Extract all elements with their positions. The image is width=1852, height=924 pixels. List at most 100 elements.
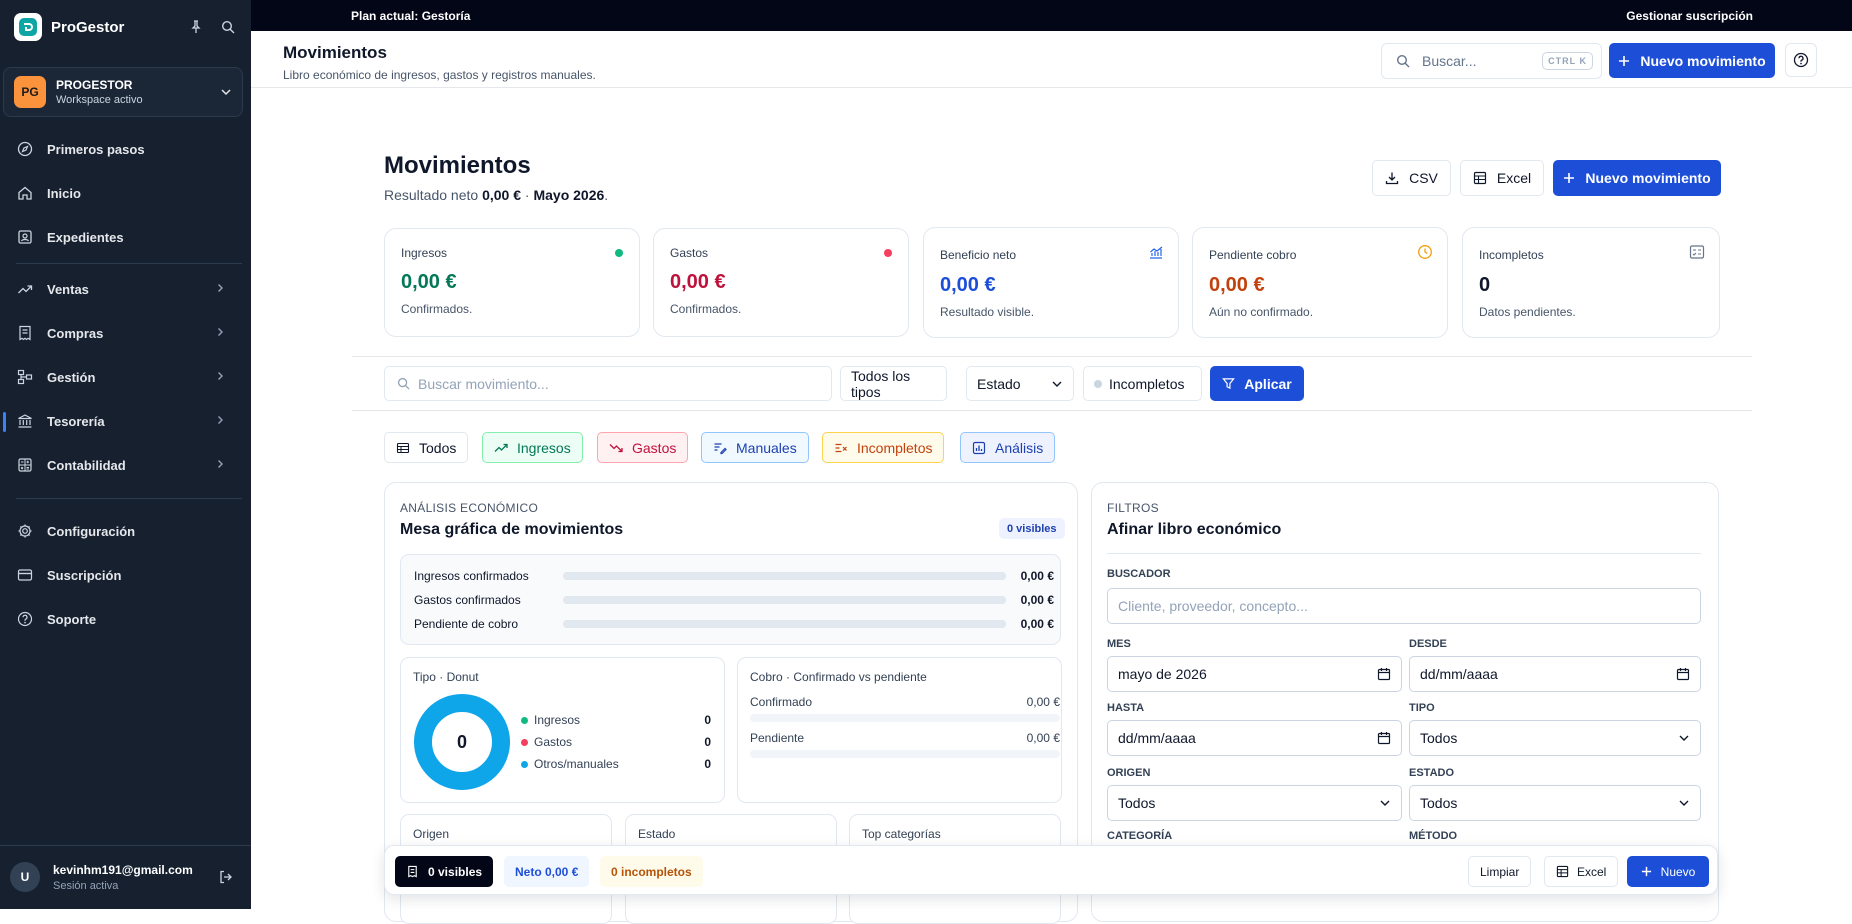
button-label: Nuevo: [1660, 864, 1696, 879]
status-dot: [884, 249, 892, 257]
chevron-down-icon: [221, 89, 231, 96]
sidebar-item-suscripcion[interactable]: Suscripción: [0, 555, 251, 595]
plus-icon: [1564, 173, 1575, 183]
chevron-right-icon: [218, 284, 223, 292]
app-brand: ProGestor: [51, 18, 125, 36]
sidebar-item-label: Soporte: [47, 611, 97, 627]
kpi-sub: Resultado visible.: [940, 305, 1035, 319]
status-field-select[interactable]: Todos: [1409, 785, 1701, 821]
calendar-icon: [1676, 668, 1690, 681]
net-label: Resultado neto: [384, 187, 479, 203]
list-check-icon: [1689, 245, 1705, 259]
state-select[interactable]: Estado: [966, 366, 1074, 401]
list-x-icon: [835, 443, 847, 452]
card-title: Cobro · Confirmado vs pendiente: [750, 670, 927, 684]
workspace-switcher[interactable]: PG PROGESTOR Workspace activo: [3, 67, 243, 117]
visible-count-chip: 0 visibles: [395, 856, 494, 887]
floater-new-button[interactable]: Nuevo: [1627, 856, 1709, 887]
page-subtitle: Resultado neto 0,00 € · Mayo 2026.: [384, 187, 608, 203]
field-label: MES: [1107, 638, 1131, 650]
card-title: Estado: [638, 827, 676, 841]
tab-incompletos[interactable]: Incompletos: [822, 432, 945, 463]
home-icon: [16, 184, 34, 202]
analysis-eyebrow: ANÁLISIS ECONÓMICO: [400, 501, 539, 515]
sidebar-divider: [16, 263, 242, 264]
workspace-subtitle: Workspace activo: [56, 94, 143, 106]
chevron-right-icon: [218, 328, 223, 336]
toggle-dot: [1094, 379, 1102, 388]
avatar[interactable]: U: [10, 862, 40, 892]
field-label: TIPO: [1409, 702, 1435, 714]
chart-box-icon: [972, 441, 986, 454]
donut-total: 0: [457, 732, 467, 752]
separator: ·: [524, 187, 530, 203]
bar-row: Gastos confirmados 0,00 €: [414, 592, 1054, 608]
trending-up-icon: [16, 280, 34, 298]
type-field-select[interactable]: Todos: [1409, 720, 1701, 756]
kpi-gastos: Gastos 0,00 € Confirmados.: [653, 228, 909, 337]
app-logo[interactable]: [14, 13, 42, 41]
sidebar-item-configuracion[interactable]: Configuración: [0, 511, 251, 551]
cobro-value: 0,00 €: [1026, 731, 1060, 745]
help-button[interactable]: [1785, 43, 1817, 77]
tab-analisis[interactable]: Análisis: [960, 432, 1056, 463]
new-movement-button[interactable]: Nuevo movimiento: [1553, 160, 1721, 196]
filters-eyebrow: FILTROS: [1107, 501, 1159, 515]
kpi-incompletos: Incompletos 0 Datos pendientes.: [1462, 227, 1720, 338]
movement-search-input[interactable]: Buscar movimiento...: [384, 366, 832, 401]
sidebar-item-ventas[interactable]: Ventas: [0, 269, 251, 309]
page-header: Movimientos Libro económico de ingresos,…: [251, 31, 1852, 88]
search-icon: [1396, 54, 1410, 68]
tab-todos[interactable]: Todos: [384, 432, 469, 463]
month-input[interactable]: mayo de 2026: [1107, 656, 1402, 692]
incomplete-toggle[interactable]: Incompletos: [1083, 366, 1202, 401]
tab-manuales[interactable]: Manuales: [701, 432, 809, 463]
tab-ingresos[interactable]: Ingresos: [482, 432, 583, 463]
origin-select[interactable]: Todos: [1107, 785, 1402, 821]
receipt-icon: [16, 324, 34, 342]
period: Mayo 2026: [533, 187, 605, 203]
calculator-icon: [16, 456, 34, 474]
csv-export-button[interactable]: CSV: [1372, 160, 1451, 196]
cobro-value: 0,00 €: [1026, 695, 1060, 709]
sidebar-item-compras[interactable]: Compras: [0, 313, 251, 353]
select-value: Todos: [1420, 795, 1458, 811]
kpi-value: 0: [1479, 274, 1491, 296]
clear-button[interactable]: Limpiar: [1468, 856, 1532, 887]
logout-icon[interactable]: [218, 869, 234, 885]
sidebar-item-tesoreria[interactable]: Tesorería: [0, 401, 251, 441]
panel-search-input[interactable]: Cliente, proveedor, concepto...: [1107, 588, 1701, 624]
sidebar-item-gestion[interactable]: Gestión: [0, 357, 251, 397]
plus-icon: [1641, 866, 1651, 877]
search-icon[interactable]: [216, 15, 240, 39]
button-label: Nuevo movimiento: [1640, 52, 1766, 69]
tab-label: Incompletos: [857, 439, 933, 456]
manage-subscription-link[interactable]: Gestionar suscripción: [1626, 9, 1753, 23]
sidebar-item-inicio[interactable]: Inicio: [0, 173, 251, 213]
header-new-movement-button[interactable]: Nuevo movimiento: [1609, 43, 1775, 78]
global-search[interactable]: Buscar... CTRL K: [1381, 43, 1602, 79]
cobro-row: Confirmado 0,00 €: [750, 695, 1060, 722]
from-date-input[interactable]: dd/mm/aaaa: [1409, 656, 1701, 692]
card-title: Top categorías: [862, 827, 941, 841]
floater-excel-button[interactable]: Excel: [1544, 856, 1619, 887]
select-value: Todos: [1118, 795, 1156, 811]
filter-icon: [1222, 378, 1236, 390]
to-date-input[interactable]: dd/mm/aaaa: [1107, 720, 1402, 756]
pin-icon[interactable]: [184, 15, 208, 39]
gear-icon: [16, 522, 34, 540]
select-value: Estado: [977, 375, 1021, 392]
legend-value: 0: [704, 735, 711, 749]
type-select[interactable]: Todos los tipos: [840, 366, 947, 401]
current-plan: Plan actual: Gestoría: [351, 9, 471, 23]
compass-icon: [16, 140, 34, 158]
button-label: Nuevo movimiento: [1585, 170, 1711, 186]
tab-gastos[interactable]: Gastos: [597, 432, 689, 463]
sidebar-item-soporte[interactable]: Soporte: [0, 599, 251, 639]
excel-export-button[interactable]: Excel: [1460, 160, 1544, 196]
sidebar-item-contabilidad[interactable]: Contabilidad: [0, 445, 251, 485]
apply-filters-button[interactable]: Aplicar: [1210, 366, 1304, 401]
bar-label: Gastos confirmados: [414, 593, 521, 607]
sidebar-item-primeros-pasos[interactable]: Primeros pasos: [0, 129, 251, 169]
sidebar-item-expedientes[interactable]: Expedientes: [0, 217, 251, 257]
